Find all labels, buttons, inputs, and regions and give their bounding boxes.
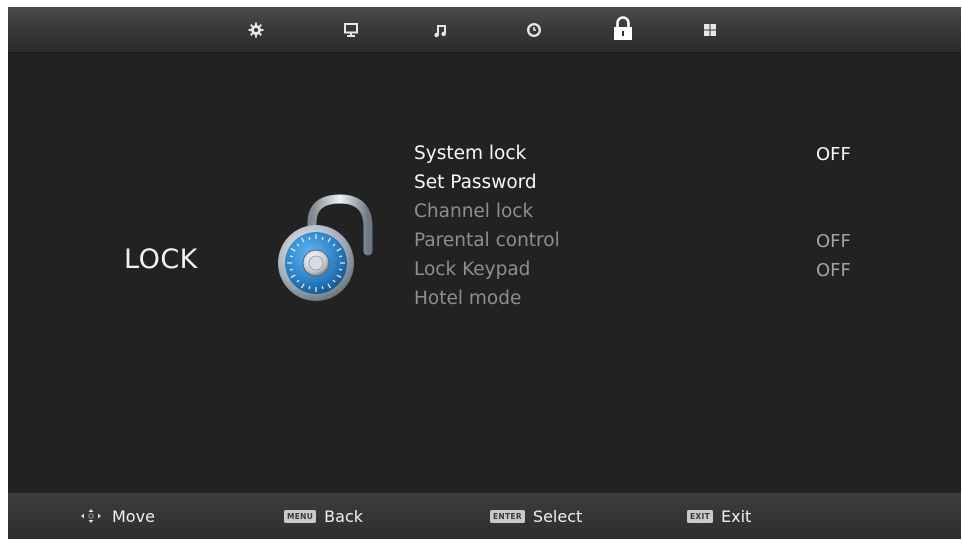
hint-select-label: Select [532, 506, 583, 526]
gear-icon [248, 22, 264, 38]
hint-exit: EXIT Exit [687, 493, 751, 539]
grid-icon [704, 24, 716, 36]
tv-osd-screen: LOCK System lock OFF Set Password Channe… [8, 7, 961, 539]
enter-key-icon: ENTER [490, 509, 525, 523]
hint-back: MENU Back [284, 493, 363, 539]
hint-back-label: Back [324, 506, 363, 526]
hint-move-label: Move [112, 506, 155, 526]
system-lock-value: OFF [816, 144, 851, 165]
lock-icon [614, 15, 632, 40]
tab-picture-settings[interactable] [241, 15, 271, 45]
dpad-icon [81, 509, 101, 523]
clock-icon [526, 22, 542, 38]
menu-item-lock-keypad[interactable]: Lock Keypad [414, 259, 530, 280]
menu-key-icon: MENU [284, 509, 317, 523]
page-title: LOCK [124, 244, 198, 275]
tab-sound[interactable] [425, 15, 455, 45]
hint-select: ENTER Select [490, 493, 582, 539]
menu-item-set-password[interactable]: Set Password [414, 172, 537, 193]
menu-item-parental-control[interactable]: Parental control [414, 230, 560, 251]
parental-control-value: OFF [816, 231, 851, 252]
monitor-icon [344, 23, 358, 37]
lock-keypad-value: OFF [816, 260, 851, 281]
music-note-icon [434, 25, 446, 38]
menu-item-hotel-mode[interactable]: Hotel mode [414, 288, 521, 309]
key-hint-bar: Move MENU Back ENTER Select EXIT Exit [8, 493, 961, 539]
tab-time[interactable] [519, 15, 549, 45]
hint-exit-label: Exit [721, 506, 752, 526]
category-tab-bar [8, 7, 961, 53]
exit-key-icon: EXIT [687, 509, 714, 523]
menu-item-system-lock[interactable]: System lock [414, 143, 526, 164]
tab-screen[interactable] [336, 15, 366, 45]
padlock-illustration [278, 194, 373, 301]
hint-move: Move [80, 493, 155, 539]
tab-app[interactable] [695, 15, 725, 45]
tab-lock[interactable] [608, 13, 638, 43]
menu-item-channel-lock[interactable]: Channel lock [414, 201, 533, 222]
